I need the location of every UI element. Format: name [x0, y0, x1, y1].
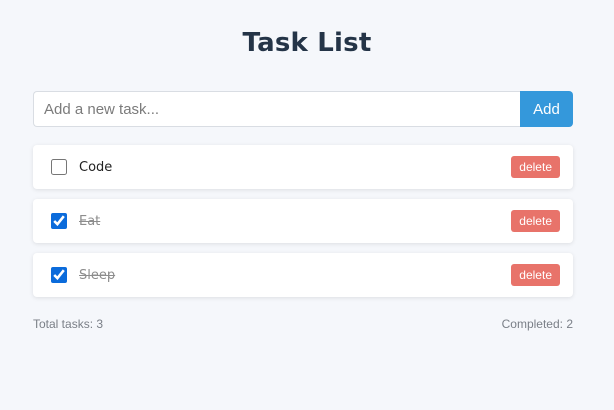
add-task-form: Add — [33, 91, 573, 127]
task-label: Sleep — [79, 267, 116, 283]
new-task-input[interactable] — [33, 91, 520, 127]
task-item: Code delete — [33, 145, 573, 189]
task-label: Eat — [79, 213, 101, 229]
task-checkbox[interactable] — [51, 267, 67, 283]
task-item: Eat delete — [33, 199, 573, 243]
task-label: Code — [79, 159, 113, 175]
task-item: Sleep delete — [33, 253, 573, 297]
delete-task-button[interactable]: delete — [511, 264, 560, 286]
delete-task-button[interactable]: delete — [511, 156, 560, 178]
completed-tasks-count: Completed: 2 — [501, 317, 573, 331]
delete-task-button[interactable]: delete — [511, 210, 560, 232]
page-title: Task List — [242, 28, 372, 58]
task-checkbox[interactable] — [51, 159, 67, 175]
add-task-button[interactable]: Add — [520, 91, 573, 127]
task-app: Task List Add Code delete Eat delete Sle… — [0, 0, 614, 410]
task-summary: Total tasks: 3 Completed: 2 — [33, 317, 573, 331]
task-list: Code delete Eat delete Sleep delete — [33, 145, 573, 307]
task-checkbox[interactable] — [51, 213, 67, 229]
total-tasks-count: Total tasks: 3 — [33, 317, 104, 331]
